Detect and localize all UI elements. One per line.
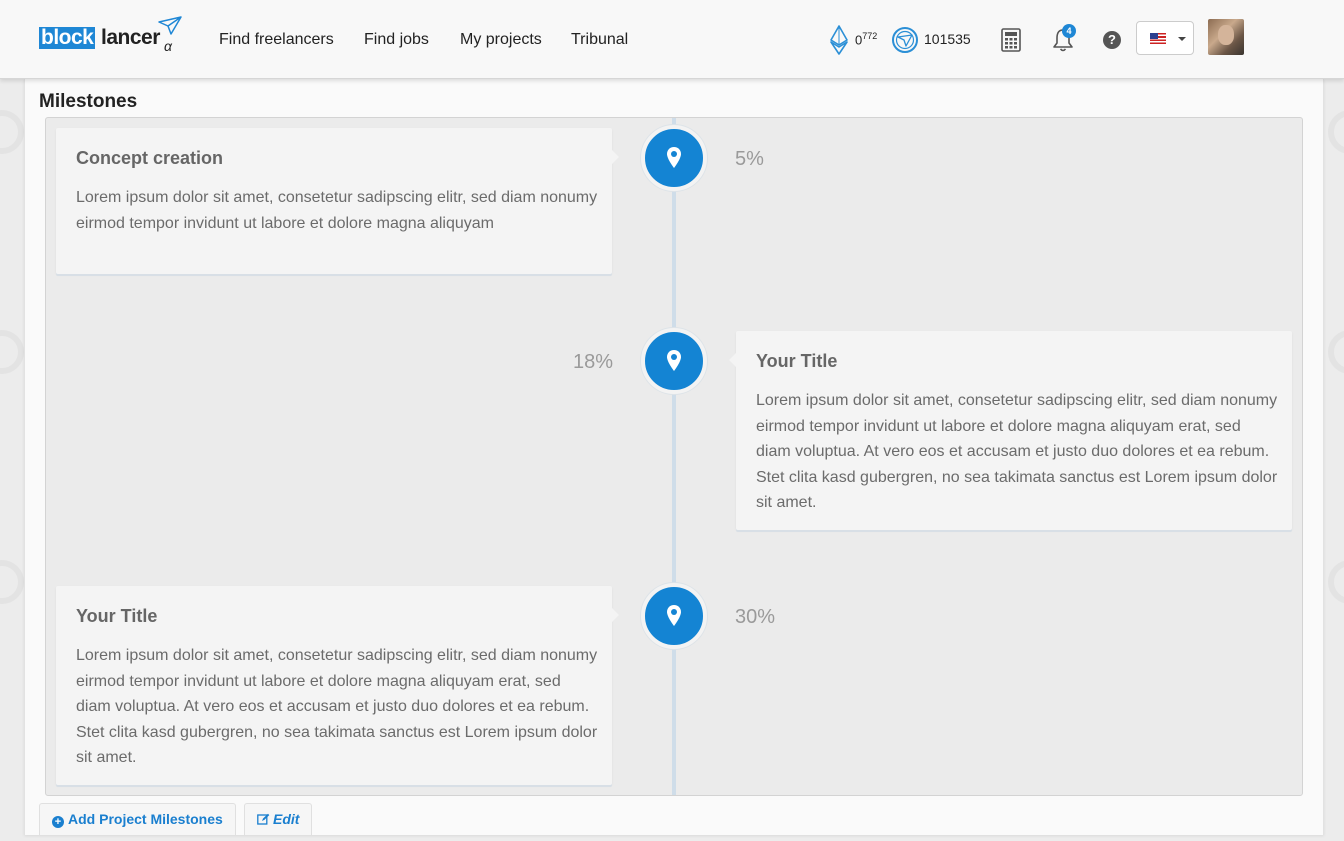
background-gear-icon bbox=[0, 330, 24, 374]
us-flag-icon bbox=[1150, 33, 1166, 44]
milestone-title: Concept creation bbox=[76, 148, 224, 168]
plus-circle-icon: + bbox=[52, 816, 64, 828]
timeline-line bbox=[672, 118, 676, 795]
milestone-timeline: Concept creation Lorem ipsum dolor sit a… bbox=[45, 117, 1303, 796]
milestone-card[interactable]: Your Title Lorem ipsum dolor sit amet, c… bbox=[729, 331, 1292, 530]
logo-alpha-suffix: α bbox=[164, 38, 172, 54]
notification-count-badge: 4 bbox=[1062, 24, 1076, 38]
nav-tribunal[interactable]: Tribunal bbox=[571, 30, 628, 50]
edit-icon bbox=[257, 813, 270, 825]
background-gear-icon bbox=[1328, 330, 1344, 374]
chevron-down-icon bbox=[1178, 37, 1186, 41]
map-pin-icon bbox=[667, 350, 681, 371]
blocklancer-token-icon bbox=[892, 27, 918, 53]
user-avatar[interactable] bbox=[1208, 19, 1244, 55]
milestone-description: Lorem ipsum dolor sit amet, consetetur s… bbox=[76, 647, 598, 767]
milestone-percent: 30% bbox=[735, 606, 776, 628]
map-pin-icon bbox=[667, 147, 681, 168]
edit-button[interactable]: Edit bbox=[244, 803, 313, 835]
eth-balance-exponent: 772 bbox=[862, 31, 878, 41]
eth-balance: 0772 bbox=[855, 31, 878, 48]
milestone-title: Your Title bbox=[76, 606, 158, 626]
milestone-description: Lorem ipsum dolor sit amet, consetetur s… bbox=[76, 189, 598, 232]
milestone-title: Your Title bbox=[756, 351, 838, 371]
language-dropdown[interactable] bbox=[1136, 21, 1194, 55]
milestone-description: Lorem ipsum dolor sit amet, consetetur s… bbox=[756, 392, 1278, 512]
calculator-icon[interactable] bbox=[1000, 28, 1022, 52]
milestone-marker bbox=[641, 328, 707, 394]
background-gear-icon bbox=[1328, 110, 1344, 154]
token-balance: 101535 bbox=[924, 31, 971, 47]
page-title: Milestones bbox=[39, 91, 138, 112]
logo-block-text: block bbox=[39, 26, 96, 49]
background-gear-icon bbox=[1328, 560, 1344, 604]
background-gear-icon bbox=[0, 560, 24, 604]
logo-lancer-text: lancer bbox=[101, 26, 160, 49]
milestone-card[interactable]: Concept creation Lorem ipsum dolor sit a… bbox=[56, 128, 619, 274]
add-milestones-label: Add Project Milestones bbox=[68, 811, 223, 827]
map-pin-icon bbox=[667, 605, 681, 626]
nav-find-freelancers[interactable]: Find freelancers bbox=[219, 30, 334, 50]
ethereum-icon bbox=[830, 25, 848, 55]
paper-bird-icon bbox=[158, 16, 182, 35]
milestone-percent: 5% bbox=[735, 148, 764, 170]
milestone-card[interactable]: Your Title Lorem ipsum dolor sit amet, c… bbox=[56, 586, 619, 785]
top-navbar: block lancer α Find freelancers Find job… bbox=[0, 0, 1344, 79]
help-icon[interactable]: ? bbox=[1103, 31, 1121, 49]
edit-label: Edit bbox=[273, 811, 300, 827]
nav-my-projects[interactable]: My projects bbox=[460, 30, 542, 50]
nav-find-jobs[interactable]: Find jobs bbox=[364, 30, 429, 50]
milestone-marker bbox=[641, 583, 707, 649]
milestone-percent: 18% bbox=[573, 351, 614, 373]
milestone-marker bbox=[641, 125, 707, 191]
background-gear-icon bbox=[0, 110, 24, 154]
add-project-milestones-button[interactable]: + Add Project Milestones bbox=[39, 803, 236, 835]
